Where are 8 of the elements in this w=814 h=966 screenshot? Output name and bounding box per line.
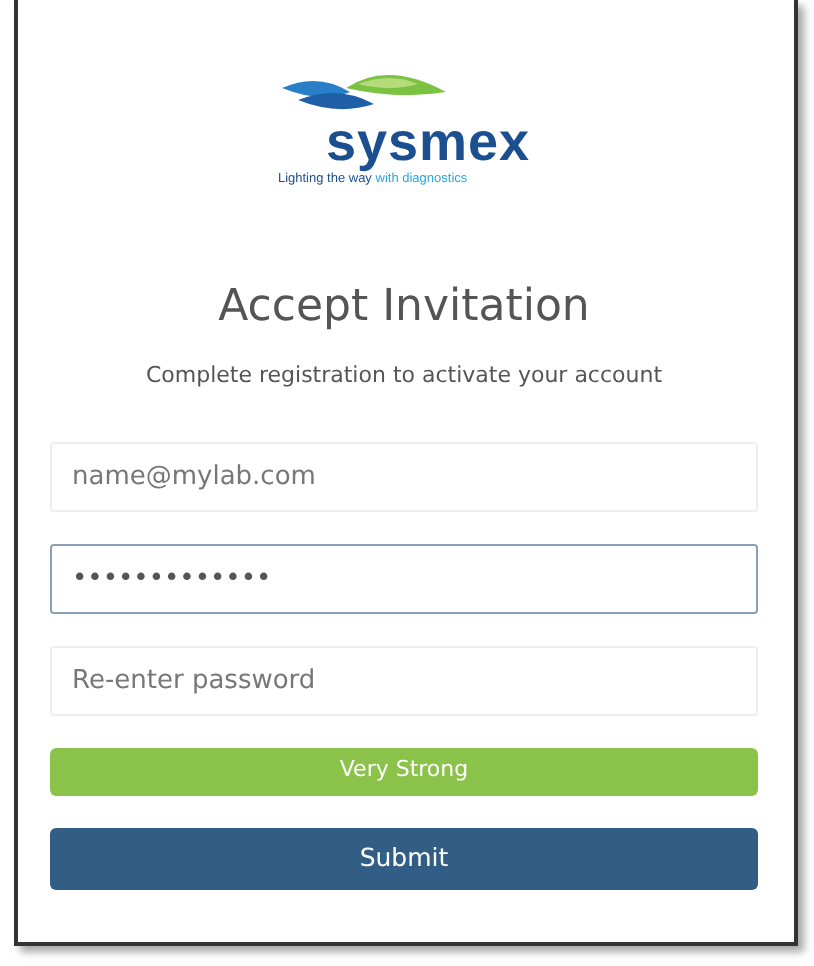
page-title: Accept Invitation [216,280,592,336]
input-field[interactable]: name@mylab.com [50,441,758,511]
subtitle: Complete registration to activate your account [143,360,665,392]
logo-wordmark: sysmex [325,116,531,170]
submit-button[interactable]: Submit [50,827,758,889]
password-field[interactable]: ••••••••••••• [50,543,758,613]
strength-label: Very Strong [337,754,471,787]
input-field[interactable]: Re-enter password [50,645,758,715]
